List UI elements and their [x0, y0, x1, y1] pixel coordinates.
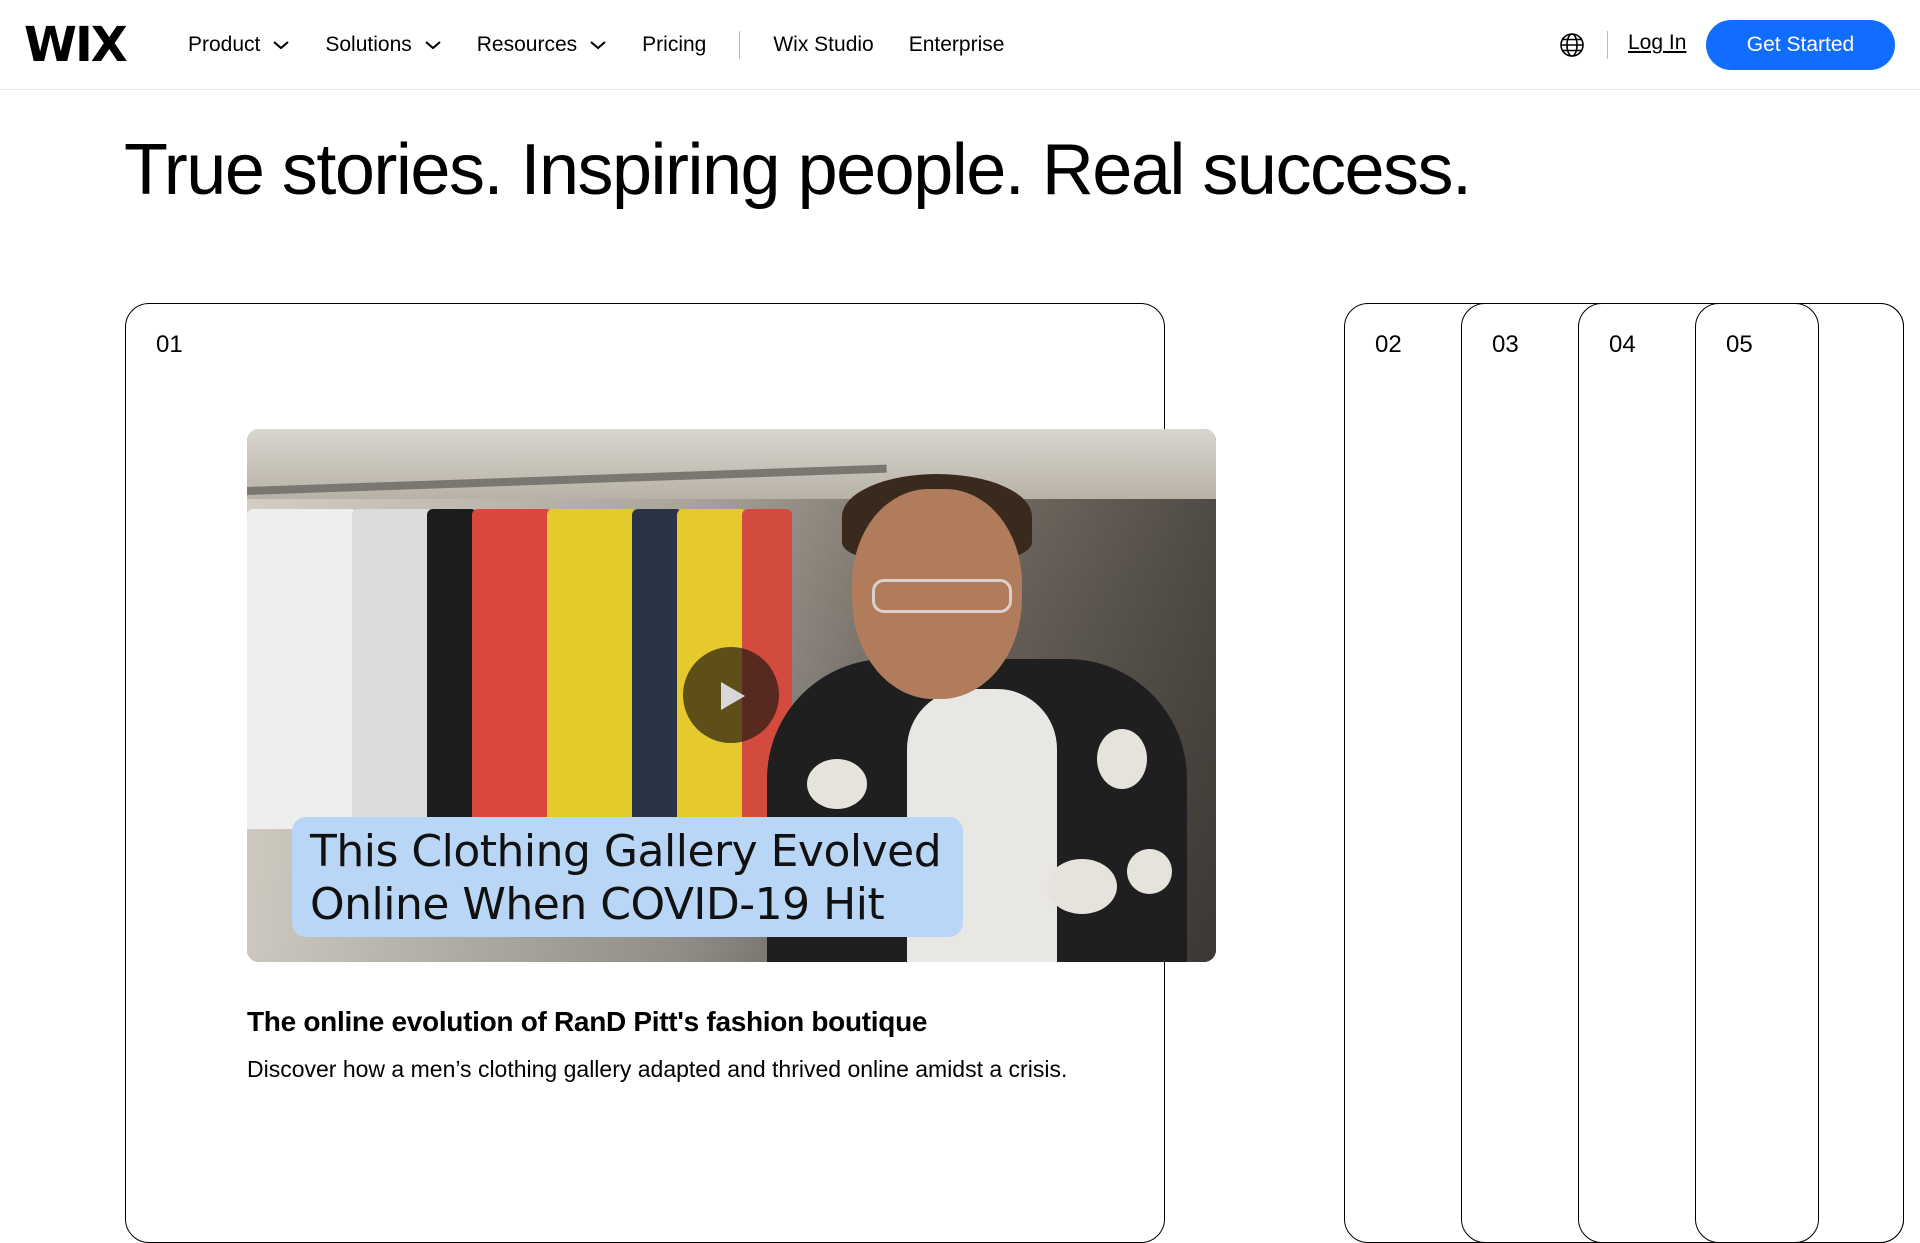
main-nav: Product Solutions Resources Pricing Wix … — [188, 0, 1039, 89]
nav-product-label: Product — [188, 32, 261, 56]
story-description: Discover how a men’s clothing gallery ad… — [247, 1056, 1068, 1082]
nav-solutions[interactable]: Solutions — [325, 33, 441, 57]
video-caption-line: This Clothing Gallery Evolved — [310, 826, 942, 877]
video-caption-line: Online When COVID-19 Hit — [310, 879, 885, 930]
nav-wix-studio[interactable]: Wix Studio — [773, 33, 873, 57]
nav-resources[interactable]: Resources — [477, 33, 607, 57]
shirt-rack — [247, 509, 357, 829]
story-number: 02 — [1375, 331, 1402, 358]
play-button[interactable] — [683, 647, 779, 743]
story-number: 01 — [156, 331, 183, 358]
chevron-down-icon — [273, 40, 290, 49]
shirt-rack — [632, 509, 682, 829]
shirt-rack — [352, 509, 432, 829]
login-link[interactable]: Log In — [1628, 31, 1686, 55]
globe-icon[interactable] — [1559, 32, 1585, 58]
chevron-down-icon — [590, 40, 606, 49]
nav-pricing[interactable]: Pricing — [642, 33, 706, 57]
story-panel-05[interactable]: 05 — [1695, 303, 1819, 1243]
story-title: The online evolution of RanD Pitt's fash… — [247, 1006, 928, 1037]
nav-enterprise-label: Enterprise — [908, 32, 1005, 56]
story-video[interactable]: This Clothing Gallery Evolved Online Whe… — [247, 429, 1216, 962]
video-caption: This Clothing Gallery Evolved Online Whe… — [292, 817, 964, 937]
nav-solutions-label: Solutions — [325, 32, 412, 56]
wix-logo[interactable]: WIX — [24, 19, 128, 71]
page-headline: True stories. Inspiring people. Real suc… — [124, 130, 1472, 210]
nav-product[interactable]: Product — [188, 33, 290, 57]
nav-divider — [739, 30, 741, 59]
site-header: WIX Product Solutions Resources Pricing … — [0, 0, 1920, 90]
jacket-pattern — [1097, 729, 1147, 789]
jacket-pattern — [1127, 849, 1172, 894]
nav-pricing-label: Pricing — [642, 32, 707, 56]
play-icon — [721, 682, 745, 710]
jacket-pattern — [807, 759, 867, 809]
jacket-pattern — [1047, 859, 1117, 914]
nav-resources-label: Resources — [476, 32, 578, 56]
nav-wix-studio-label: Wix Studio — [773, 32, 874, 56]
get-started-button[interactable]: Get Started — [1706, 20, 1895, 70]
story-number: 04 — [1609, 331, 1636, 358]
chevron-down-icon — [425, 40, 441, 49]
story-number: 05 — [1726, 331, 1753, 358]
shirt-rack — [547, 509, 637, 829]
nav-enterprise[interactable]: Enterprise — [909, 33, 1005, 57]
header-divider — [1607, 31, 1608, 59]
shirt-rack — [427, 509, 477, 829]
story-number: 03 — [1492, 331, 1519, 358]
person-glasses — [872, 579, 1012, 613]
shirt-rack — [472, 509, 552, 829]
